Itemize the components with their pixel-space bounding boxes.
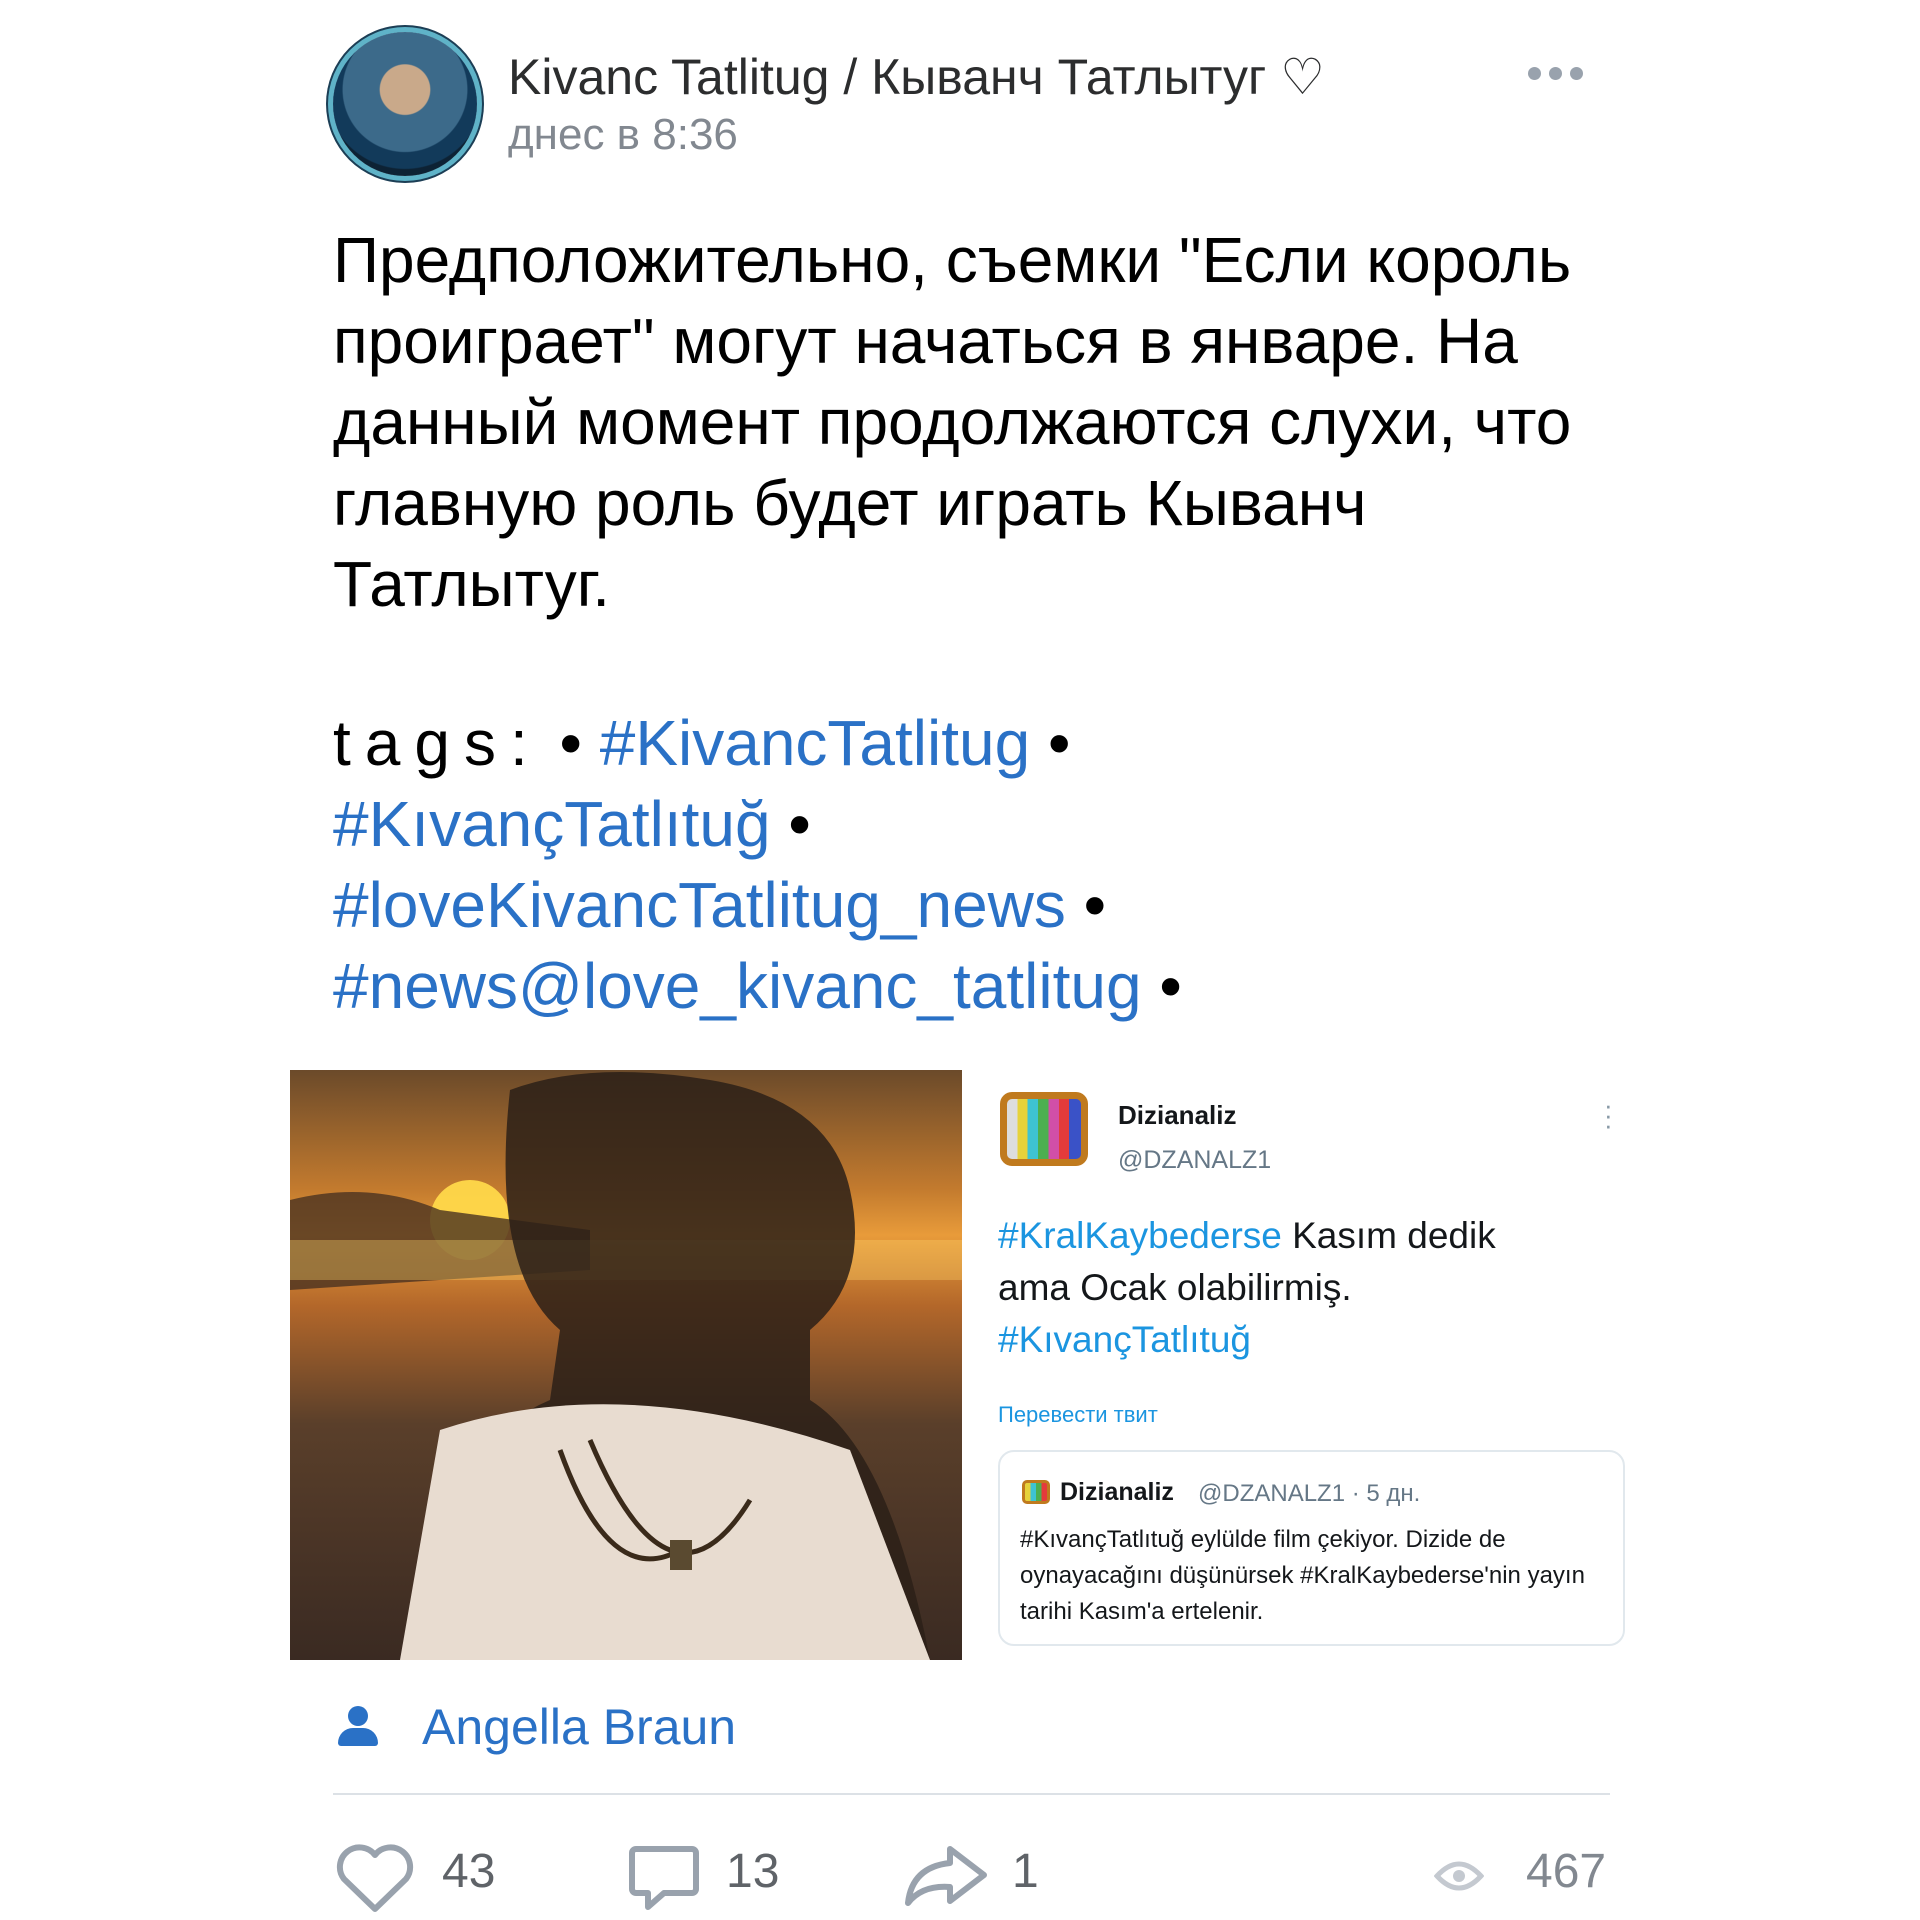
tags-block: tags: • #KivancTatlitug • #KıvançTatlıtu… bbox=[333, 703, 1623, 1027]
share-icon[interactable] bbox=[902, 1843, 990, 1909]
tweet-author-handle: @DZANALZ1 bbox=[1118, 1146, 1272, 1174]
divider bbox=[333, 1793, 1610, 1795]
post-text: Предположительно, съемки "Если король пр… bbox=[333, 224, 1572, 620]
tweet-screenshot[interactable]: Dizianaliz @DZANALZ1 · · · #KralKaybederse… bbox=[990, 1070, 1630, 1670]
tags-label: tags: bbox=[333, 707, 542, 779]
tweet-hashtag: #KıvançTatlıtuğ bbox=[998, 1319, 1251, 1360]
tag-link[interactable]: #loveKivancTatlitug_news bbox=[333, 869, 1066, 941]
post-author-credit[interactable]: Angella Braun bbox=[422, 1698, 736, 1756]
attached-photo[interactable] bbox=[290, 1070, 962, 1660]
tag-bullet: • bbox=[1047, 707, 1071, 779]
sunset-photo bbox=[290, 1072, 962, 1660]
quoted-author-name: Dizianaliz bbox=[1060, 1478, 1174, 1506]
person-icon bbox=[338, 1706, 378, 1748]
translate-tweet-link: Перевести твит bbox=[998, 1402, 1158, 1427]
tweet-menu-icon: · · · bbox=[1604, 1090, 1613, 1140]
more-icon[interactable] bbox=[1528, 58, 1588, 88]
heart-icon[interactable] bbox=[336, 1843, 414, 1913]
tv-icon bbox=[1000, 1092, 1088, 1166]
tag-bullet: • bbox=[1083, 869, 1107, 941]
quoted-meta: @DZANALZ1 · 5 дн. bbox=[1198, 1480, 1421, 1507]
tag-link[interactable]: #news@love_kivanc_tatlitug bbox=[333, 950, 1142, 1022]
comment-count[interactable]: 13 bbox=[726, 1844, 779, 1899]
tweet-text: #KralKaybederse Kasım dedik ama Ocak ola… bbox=[998, 1210, 1558, 1366]
avatar[interactable] bbox=[333, 32, 477, 176]
like-count[interactable]: 43 bbox=[442, 1844, 495, 1899]
post-time[interactable]: днес в 8:36 bbox=[508, 110, 738, 160]
quoted-text: #KıvançTatlıtuğ eylülde film çekiyor. Di… bbox=[1020, 1526, 1585, 1625]
tv-icon bbox=[1022, 1480, 1050, 1504]
tag-link[interactable]: #KıvançTatlıtuğ bbox=[333, 788, 771, 860]
comment-icon[interactable] bbox=[628, 1843, 700, 1913]
author-name[interactable]: Kivanc Tatlitug / Кыванч Татлытуг ♡ bbox=[508, 48, 1325, 106]
tweet-hashtag: #KralKaybederse bbox=[998, 1215, 1282, 1256]
views-count: 467 bbox=[1526, 1845, 1607, 1898]
tag-link[interactable]: #KivancTatlitug bbox=[600, 707, 1030, 779]
tag-bullet: • bbox=[788, 788, 811, 860]
eye-icon bbox=[1434, 1861, 1484, 1891]
tag-bullet: • bbox=[1159, 950, 1182, 1022]
share-count[interactable]: 1 bbox=[1012, 1844, 1039, 1899]
quoted-tweet: Dizianaliz @DZANALZ1 · 5 дн. #KıvançTatl… bbox=[998, 1450, 1625, 1646]
tag-bullet: • bbox=[559, 707, 582, 779]
tweet-author-name: Dizianaliz bbox=[1118, 1100, 1237, 1130]
